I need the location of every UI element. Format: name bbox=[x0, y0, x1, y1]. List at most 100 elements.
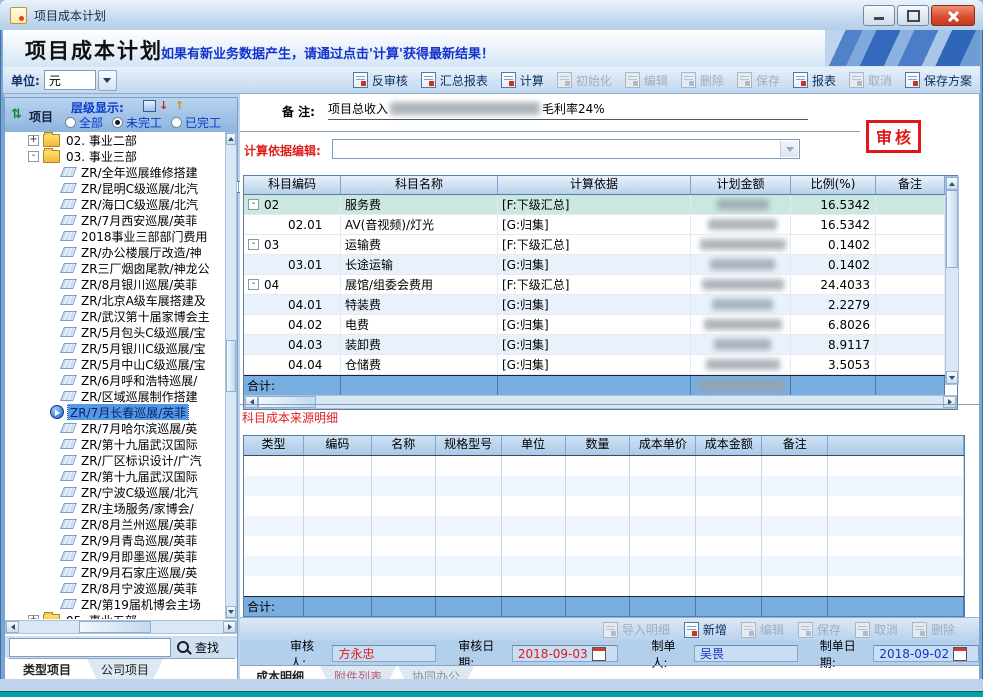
auditor-field[interactable]: 方永忠 bbox=[332, 645, 436, 662]
remark-field[interactable]: 项目总收入 毛利率24% bbox=[328, 98, 808, 120]
detail-button-新增[interactable]: 新增 bbox=[684, 621, 727, 638]
main-column-header[interactable]: 计算依据 bbox=[498, 176, 691, 194]
tree-vertical-scrollbar[interactable] bbox=[225, 132, 237, 619]
tree-item[interactable]: ZR/6月呼和浩特巡展/ bbox=[6, 372, 225, 388]
tree-item[interactable]: ZR/5月包头C级巡展/宝 bbox=[6, 324, 225, 340]
toolbar-button-编辑[interactable]: 编辑 bbox=[625, 72, 668, 89]
tree-item[interactable]: ZR/第十九届武汉国际 bbox=[6, 436, 225, 452]
detail-column-header[interactable]: 单位 bbox=[502, 436, 566, 455]
radio-已完工[interactable]: 已完工 bbox=[171, 114, 221, 131]
tree-item[interactable]: ZR/9月青岛巡展/英菲 bbox=[6, 532, 225, 548]
detail-column-header[interactable]: 名称 bbox=[372, 436, 436, 455]
detail-column-header[interactable]: 规格型号 bbox=[436, 436, 502, 455]
tree-item[interactable]: ZR/区域巡展制作搭建 bbox=[6, 388, 225, 404]
tree-item[interactable]: ZR/7月西安巡展/英菲 bbox=[6, 212, 225, 228]
unit-dropdown-button[interactable] bbox=[98, 70, 117, 91]
tree-item[interactable]: ZR/7月长春巡展/英菲 bbox=[6, 404, 225, 420]
radio-全部[interactable]: 全部 bbox=[65, 114, 103, 131]
calendar-icon[interactable] bbox=[953, 647, 967, 661]
detail-button-编辑[interactable]: 编辑 bbox=[741, 621, 784, 638]
main-table-row[interactable]: 04.03 装卸费 [G:归集] 8.9117 bbox=[244, 335, 945, 355]
tree-horizontal-scrollbar[interactable] bbox=[5, 620, 237, 634]
search-button-label[interactable]: 查找 bbox=[195, 639, 219, 656]
tree-item[interactable]: ZR/第19届机博会主场 bbox=[6, 596, 225, 612]
restore-button[interactable] bbox=[897, 5, 929, 26]
detail-column-header[interactable]: 编码 bbox=[304, 436, 372, 455]
detail-column-header[interactable] bbox=[828, 436, 964, 455]
collapse-icon[interactable]: - bbox=[248, 239, 259, 250]
tree-item[interactable]: ZR/5月银川C级巡展/宝 bbox=[6, 340, 225, 356]
main-table-row[interactable]: 04.04 仓储费 [G:归集] 3.5053 bbox=[244, 355, 945, 375]
detail-button-保存[interactable]: 保存 bbox=[798, 621, 841, 638]
tree-folder[interactable]: + 02. 事业二部 bbox=[6, 132, 225, 148]
tree-item[interactable]: ZR/7月哈尔滨巡展/英 bbox=[6, 420, 225, 436]
detail-column-header[interactable]: 数量 bbox=[566, 436, 631, 455]
scroll-right-icon[interactable] bbox=[223, 621, 236, 633]
scroll-down-icon[interactable] bbox=[946, 371, 958, 384]
calendar-icon[interactable] bbox=[592, 647, 606, 661]
tree-item[interactable]: ZR/办公楼展厅改造/神 bbox=[6, 244, 225, 260]
tree-item[interactable]: ZR/厂区标识设计/广汽 bbox=[6, 452, 225, 468]
collapse-icon[interactable]: - bbox=[248, 279, 259, 290]
main-table-row[interactable]: -04 展馆/组委会费用 [F:下级汇总] 24.4033 bbox=[244, 275, 945, 295]
main-column-header[interactable]: 计划金额 bbox=[691, 176, 791, 194]
main-table-row[interactable]: 02.01 AV(音视频)/灯光 [G:归集] 16.5342 bbox=[244, 215, 945, 235]
toolbar-button-删除[interactable]: 删除 bbox=[681, 72, 724, 89]
tree-item[interactable]: 2018事业三部部门费用 bbox=[6, 228, 225, 244]
scroll-right-icon[interactable] bbox=[943, 396, 956, 408]
toolbar-button-取消[interactable]: 取消 bbox=[849, 72, 892, 89]
tree-item[interactable]: ZR/第十九届武汉国际 bbox=[6, 468, 225, 484]
sidebar-tab-类型项目[interactable]: 类型项目 bbox=[9, 659, 85, 680]
scroll-left-icon[interactable] bbox=[6, 621, 19, 633]
tree-expander-icon[interactable]: - bbox=[28, 151, 39, 162]
tree-folder[interactable]: - 03. 事业三部 bbox=[6, 148, 225, 164]
tree-item[interactable]: ZR/9月即墨巡展/英菲 bbox=[6, 548, 225, 564]
tree-item[interactable]: ZR/8月宁波巡展/英菲 bbox=[6, 580, 225, 596]
main-column-header[interactable]: 科目编码 bbox=[244, 176, 341, 194]
main-column-header[interactable]: 备注 bbox=[876, 176, 945, 194]
search-icon[interactable] bbox=[177, 641, 189, 653]
toolbar-button-初始化[interactable]: 初始化 bbox=[557, 72, 612, 89]
toolbar-button-保存方案[interactable]: 保存方案 bbox=[905, 72, 972, 89]
tree-item[interactable]: ZR/8月银川巡展/英菲 bbox=[6, 276, 225, 292]
sort-asc-icon[interactable]: ↑ bbox=[175, 100, 188, 112]
tree-item[interactable]: ZR/海口C级巡展/北汽 bbox=[6, 196, 225, 212]
tree-item[interactable]: ZR/北京A级车展搭建及 bbox=[6, 292, 225, 308]
main-column-header[interactable]: 科目名称 bbox=[341, 176, 498, 194]
grid-scroll-thumb[interactable] bbox=[946, 190, 958, 268]
tree-expander-icon[interactable]: + bbox=[28, 615, 39, 620]
creator-field[interactable]: 吴畏 bbox=[694, 645, 798, 662]
tree-item[interactable]: ZR/9月石家庄巡展/英 bbox=[6, 564, 225, 580]
detail-column-header[interactable]: 成本单价 bbox=[630, 436, 696, 455]
refresh-icon[interactable]: ⇅ bbox=[11, 107, 22, 122]
grid-horizontal-scrollbar[interactable] bbox=[244, 395, 957, 409]
detail-button-删除[interactable]: 删除 bbox=[912, 621, 955, 638]
tree-item[interactable]: ZR/主场服务/家博会/ bbox=[6, 500, 225, 516]
sort-desc-icon[interactable]: ↓ bbox=[159, 100, 172, 112]
audit-date-field[interactable]: 2018-09-03 bbox=[512, 645, 618, 662]
detail-column-header[interactable]: 成本金额 bbox=[696, 436, 762, 455]
scroll-up-icon[interactable] bbox=[946, 177, 958, 190]
detail-column-header[interactable]: 备注 bbox=[762, 436, 828, 455]
toolbar-button-报表[interactable]: 报表 bbox=[793, 72, 836, 89]
tree-item[interactable]: ZR/武汉第十届家博会主 bbox=[6, 308, 225, 324]
create-date-field[interactable]: 2018-09-02 bbox=[873, 645, 979, 662]
detail-button-导入明细[interactable]: 导入明细 bbox=[603, 621, 670, 638]
tree-item[interactable]: ZR/5月中山C级巡展/宝 bbox=[6, 356, 225, 372]
main-table-row[interactable]: 04.02 电费 [G:归集] 6.8026 bbox=[244, 315, 945, 335]
main-table-row[interactable]: -03 运输费 [F:下级汇总] 0.1402 bbox=[244, 235, 945, 255]
detail-button-取消[interactable]: 取消 bbox=[855, 621, 898, 638]
toolbar-button-计算[interactable]: 计算 bbox=[501, 72, 544, 89]
view-list-icon[interactable] bbox=[143, 100, 156, 112]
toolbar-button-保存[interactable]: 保存 bbox=[737, 72, 780, 89]
tree-item[interactable]: ZR/8月兰州巡展/英菲 bbox=[6, 516, 225, 532]
tree-item[interactable]: ZR/宁波C级巡展/北汽 bbox=[6, 484, 225, 500]
tree-item[interactable]: ZR/全年巡展维修搭建 bbox=[6, 164, 225, 180]
grid-hscroll-thumb[interactable] bbox=[258, 396, 316, 408]
main-column-header[interactable]: 比例(%) bbox=[791, 176, 876, 194]
tree-scroll-thumb[interactable] bbox=[226, 340, 236, 392]
tree-expander-icon[interactable]: + bbox=[28, 135, 39, 146]
calc-basis-combobox[interactable] bbox=[332, 139, 800, 159]
radio-未完工[interactable]: 未完工 bbox=[112, 114, 162, 131]
scroll-down-icon[interactable] bbox=[226, 606, 236, 618]
